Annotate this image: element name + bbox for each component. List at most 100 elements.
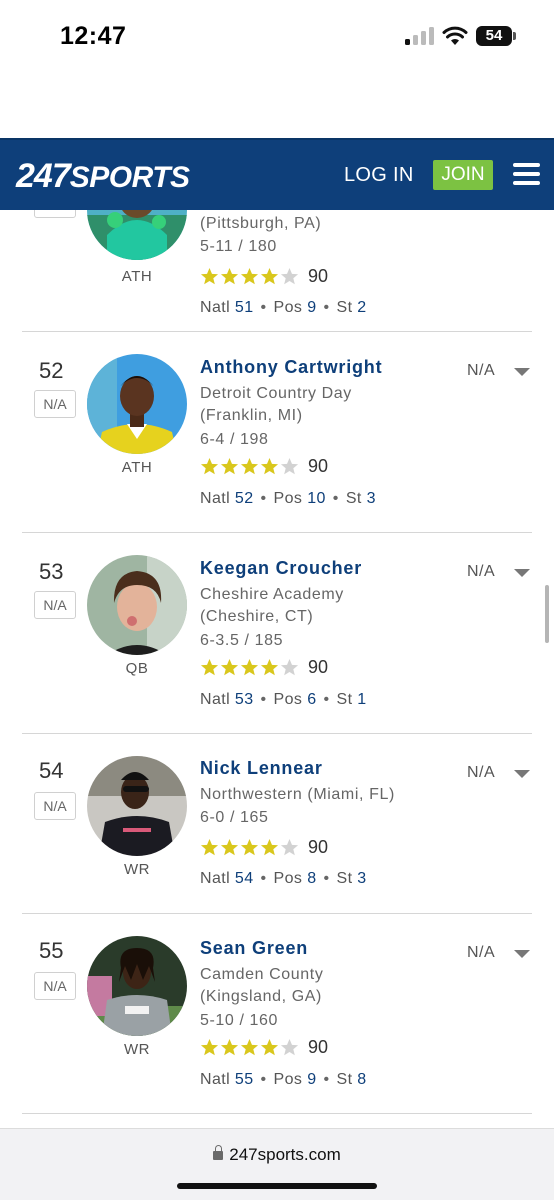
st-rank[interactable]: 3 <box>367 490 376 507</box>
star-rating: 90 <box>200 456 328 478</box>
rank-number: 53 <box>39 559 64 584</box>
star-rating: 90 <box>200 657 328 679</box>
list-item[interactable]: 54 N/A WR Nick Lennear Northwestern (Mia… <box>22 734 532 914</box>
chevron-down-icon[interactable] <box>514 770 530 778</box>
player-position: WR <box>124 1041 150 1058</box>
star-filled-icon <box>220 838 239 856</box>
rank-line: Natl 51 • Pos 9 • St 2 <box>200 299 367 317</box>
na-box: N/A <box>34 210 76 218</box>
status-bar: 12:47 54 <box>0 0 554 138</box>
address-bar[interactable]: 247sports.com <box>0 1145 554 1165</box>
player-name[interactable]: Anthony Cartwright <box>200 357 382 378</box>
natl-rank[interactable]: 55 <box>235 1071 254 1088</box>
natl-label: Natl <box>200 1071 231 1088</box>
separator: • <box>260 1071 267 1088</box>
grade-na: N/A <box>467 764 496 781</box>
player-position: QB <box>125 660 149 677</box>
separator: • <box>260 870 267 887</box>
player-measurements: 6-4 / 198 <box>200 431 269 448</box>
battery-icon: 54 <box>476 26 516 46</box>
login-button[interactable]: LOG IN <box>344 164 414 187</box>
pos-label: Pos <box>273 490 303 507</box>
player-name[interactable]: Nick Lennear <box>200 758 323 779</box>
list-item[interactable]: 53 N/A QB Keegan Croucher Cheshire Acade… <box>22 533 532 734</box>
st-rank[interactable]: 8 <box>357 1071 366 1088</box>
rating-score: 90 <box>308 266 329 286</box>
separator: • <box>260 299 267 316</box>
separator: • <box>323 1071 330 1088</box>
star-filled-icon <box>220 1038 239 1056</box>
star-filled-icon <box>200 1038 219 1056</box>
natl-rank[interactable]: 54 <box>235 870 254 887</box>
st-rank[interactable]: 2 <box>357 299 366 316</box>
list-item[interactable]: 55 N/A WR Sean Green Camden County (King… <box>22 914 532 1114</box>
join-button[interactable]: JOIN <box>433 160 493 190</box>
rank-line: Natl 53 • Pos 6 • St 1 <box>200 691 367 709</box>
lock-icon <box>213 1145 224 1160</box>
star-filled-icon <box>240 658 259 676</box>
player-photo[interactable] <box>87 936 187 1036</box>
pos-rank[interactable]: 10 <box>307 490 326 507</box>
natl-label: Natl <box>200 299 231 316</box>
st-rank[interactable]: 3 <box>357 870 366 887</box>
pos-rank[interactable]: 9 <box>307 1071 316 1088</box>
player-measurements: 6-3.5 / 185 <box>200 632 284 649</box>
star-filled-icon <box>200 658 219 676</box>
pos-rank[interactable]: 9 <box>307 299 316 316</box>
star-empty-icon <box>280 457 299 475</box>
player-photo[interactable] <box>87 756 187 856</box>
player-name[interactable]: Sean Green <box>200 938 308 959</box>
star-filled-icon <box>200 267 219 285</box>
browser-bottom-bar: 247sports.com <box>0 1128 554 1200</box>
pos-label: Pos <box>273 1071 303 1088</box>
list-item[interactable]: 52 N/A ATH Anthony Cartwright Detroit Co… <box>22 332 532 533</box>
star-filled-icon <box>260 267 279 285</box>
na-box: N/A <box>34 972 76 1000</box>
home-indicator[interactable] <box>177 1183 377 1189</box>
natl-label: Natl <box>200 691 231 708</box>
player-location: (Pittsburgh, PA) <box>200 215 322 232</box>
status-time: 12:47 <box>60 22 127 50</box>
st-rank[interactable]: 1 <box>357 691 366 708</box>
player-position: ATH <box>121 268 153 285</box>
site-header: 247SPORTS LOG IN JOIN <box>0 138 554 210</box>
rank-number: 55 <box>39 938 64 963</box>
player-photo[interactable] <box>87 555 187 655</box>
pos-label: Pos <box>273 870 303 887</box>
hamburger-menu-icon[interactable] <box>513 163 540 185</box>
list-item[interactable]: N/A ATH (Pittsburgh, PA) 5-11 / 180 90 N… <box>22 210 532 332</box>
separator: • <box>260 691 267 708</box>
rank-line: Natl 54 • Pos 8 • St 3 <box>200 870 367 888</box>
scrollbar[interactable] <box>545 585 549 643</box>
rankings-list: N/A ATH (Pittsburgh, PA) 5-11 / 180 90 N… <box>0 210 554 1128</box>
natl-rank[interactable]: 52 <box>235 490 254 507</box>
chevron-down-icon[interactable] <box>514 950 530 958</box>
player-location: (Cheshire, CT) <box>200 608 314 625</box>
rating-score: 90 <box>308 1037 329 1057</box>
star-filled-icon <box>240 457 259 475</box>
player-photo[interactable] <box>87 210 187 260</box>
player-photo[interactable] <box>87 354 187 454</box>
site-logo[interactable]: 247SPORTS <box>16 157 190 196</box>
chevron-down-icon[interactable] <box>514 569 530 577</box>
player-location: (Kingsland, GA) <box>200 988 322 1005</box>
natl-rank[interactable]: 53 <box>235 691 254 708</box>
chevron-down-icon[interactable] <box>514 368 530 376</box>
pos-rank[interactable]: 8 <box>307 870 316 887</box>
st-label: St <box>336 299 353 316</box>
star-filled-icon <box>200 457 219 475</box>
natl-label: Natl <box>200 870 231 887</box>
player-position: WR <box>124 861 150 878</box>
na-box: N/A <box>34 591 76 619</box>
player-name[interactable]: Keegan Croucher <box>200 558 362 579</box>
player-measurements: 6-0 / 165 <box>200 809 269 826</box>
logo-text: SPORTS <box>69 161 190 194</box>
grade-na: N/A <box>467 362 496 379</box>
star-filled-icon <box>240 838 259 856</box>
pos-rank[interactable]: 6 <box>307 691 316 708</box>
star-filled-icon <box>240 1038 259 1056</box>
pos-label: Pos <box>273 299 303 316</box>
separator: • <box>323 870 330 887</box>
star-filled-icon <box>260 457 279 475</box>
natl-rank[interactable]: 51 <box>235 299 254 316</box>
